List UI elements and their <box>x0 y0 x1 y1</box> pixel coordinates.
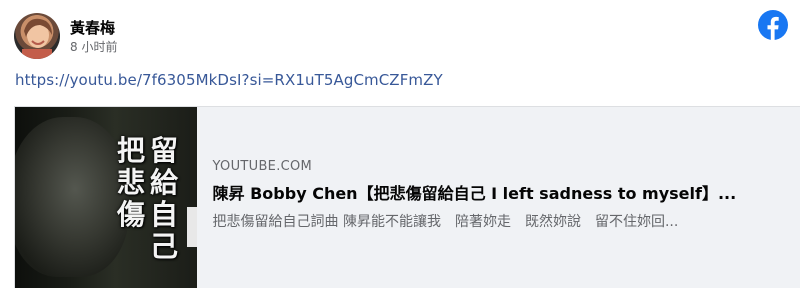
card-domain: YOUTUBE.COM <box>212 159 313 174</box>
link-preview-card[interactable]: 把悲傷 留給自己 YOUTUBE.COM 陳昇 Bobby Chen【把悲傷留給… <box>14 106 800 288</box>
facebook-logo-icon[interactable] <box>758 10 788 40</box>
author-name[interactable]: 黃春梅 <box>70 19 117 37</box>
card-info: YOUTUBE.COM 陳昇 Bobby Chen【把悲傷留給自己 I left… <box>197 107 800 288</box>
post-link[interactable]: https://youtu.be/7f6305MkDsI?si=RX1uT5Ag… <box>15 71 443 89</box>
post-meta: 黃春梅 8 小时前 <box>70 19 117 54</box>
thumbnail-edge <box>186 207 197 247</box>
thumbnail-text-right: 留給自己 <box>150 134 179 263</box>
card-title[interactable]: 陳昇 Bobby Chen【把悲傷留給自己 I left sadness to … <box>213 180 785 204</box>
avatar[interactable] <box>14 13 60 59</box>
video-thumbnail[interactable]: 把悲傷 留給自己 <box>15 107 197 288</box>
thumbnail-face-image <box>15 117 129 277</box>
post-time[interactable]: 8 小时前 <box>70 40 117 54</box>
card-description: 把悲傷留給自己詞曲 陳昇能不能讓我 陪著妳走 既然妳說 留不住妳回... <box>212 214 679 230</box>
post-header: 黃春梅 8 小时前 <box>14 13 117 59</box>
thumbnail-text-left: 把悲傷 <box>117 134 146 231</box>
